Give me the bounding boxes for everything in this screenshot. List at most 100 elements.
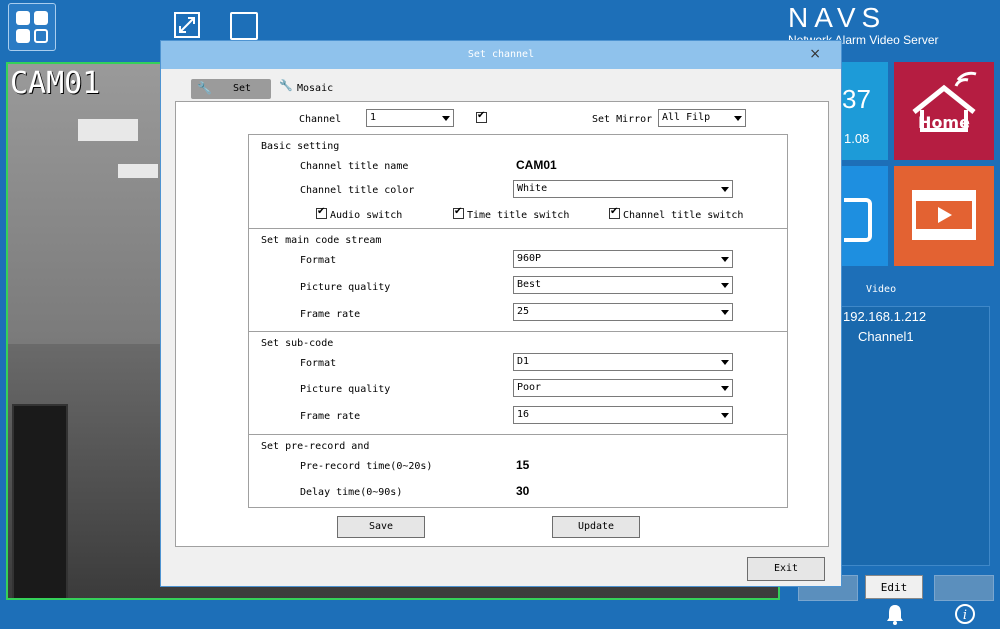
channel-title-switch-label: Channel title switch bbox=[623, 210, 744, 221]
basic-setting-heading: Basic setting bbox=[261, 141, 340, 152]
home-tile[interactable]: Home bbox=[894, 62, 994, 160]
delay-time-input[interactable]: 30 bbox=[513, 481, 733, 501]
sub-quality-label: Picture quality bbox=[300, 384, 391, 395]
chevron-down-icon bbox=[721, 257, 729, 262]
grid-icon-cell bbox=[16, 29, 30, 43]
chevron-down-icon bbox=[721, 187, 729, 192]
channel-enable-checkbox[interactable] bbox=[476, 110, 487, 123]
chevron-down-icon bbox=[721, 386, 729, 391]
tab-set[interactable]: 🔧 Set bbox=[191, 79, 271, 99]
main-stream-heading: Set main code stream bbox=[261, 235, 382, 246]
title-color-select[interactable]: White bbox=[513, 180, 733, 198]
wrench-icon: 🔧 bbox=[197, 81, 212, 95]
main-quality-label: Picture quality bbox=[300, 282, 391, 293]
delay-time-value: 30 bbox=[516, 484, 530, 498]
channel-title-switch-checkbox[interactable] bbox=[609, 206, 620, 219]
main-quality-value: Best bbox=[517, 279, 542, 290]
channel-select[interactable]: 1 bbox=[366, 109, 454, 127]
close-button[interactable]: × bbox=[809, 46, 821, 62]
main-frame-value: 25 bbox=[517, 306, 530, 317]
time-title-switch-checkbox[interactable] bbox=[453, 206, 464, 219]
svg-text:i: i bbox=[963, 608, 967, 623]
sub-format-value: D1 bbox=[517, 356, 530, 367]
main-format-value: 960P bbox=[517, 253, 542, 264]
tab-mosaic-label: Mosaic bbox=[297, 83, 334, 94]
tab-set-label: Set bbox=[233, 83, 252, 94]
sub-format-select[interactable]: D1 bbox=[513, 353, 733, 371]
camera-image-light bbox=[78, 119, 138, 141]
chevron-down-icon bbox=[721, 310, 729, 315]
alarm-bell-icon[interactable] bbox=[884, 603, 906, 629]
time-title-switch-label: Time title switch bbox=[467, 210, 570, 221]
audio-switch-label: Audio switch bbox=[330, 210, 403, 221]
mirror-select-value: All Filp bbox=[662, 112, 711, 123]
monitor-icon bbox=[844, 198, 872, 242]
prerecord-time-label: Pre-record time(0~20s) bbox=[300, 461, 433, 472]
device-tree[interactable] bbox=[838, 306, 990, 566]
title-color-value: White bbox=[517, 183, 548, 194]
save-button[interactable]: Save bbox=[337, 516, 425, 538]
sub-stream-group: Set sub-code Format D1 Picture quality P… bbox=[248, 331, 788, 435]
dialog-title: Set channel bbox=[467, 49, 535, 60]
disabled-button-right bbox=[934, 575, 994, 601]
video-icon bbox=[912, 190, 976, 240]
main-format-label: Format bbox=[300, 255, 337, 266]
title-name-input[interactable]: CAM01 bbox=[513, 155, 733, 175]
grid-icon-cell bbox=[34, 11, 48, 25]
date-text: 1.08 bbox=[844, 131, 870, 146]
exit-button[interactable]: Exit bbox=[747, 557, 825, 581]
grid-icon bbox=[16, 11, 30, 25]
single-view-icon[interactable] bbox=[230, 12, 258, 40]
main-quality-select[interactable]: Best bbox=[513, 276, 733, 294]
delay-time-label: Delay time(0~90s) bbox=[300, 487, 403, 498]
main-frame-label: Frame rate bbox=[300, 309, 361, 320]
home-icon: Home bbox=[912, 71, 977, 132]
update-button[interactable]: Update bbox=[552, 516, 640, 538]
wrench-icon: 🔧 bbox=[279, 79, 293, 92]
chevron-down-icon bbox=[734, 116, 742, 121]
set-channel-dialog: Set channel × 🔧 Set 🔧 Mosaic Channel 1 S… bbox=[160, 40, 842, 587]
chevron-down-icon bbox=[721, 360, 729, 365]
prerecord-group: Set pre-record and Pre-record time(0~20s… bbox=[248, 434, 788, 508]
channel-tree-item[interactable]: Channel1 bbox=[858, 329, 914, 344]
mirror-label: Set Mirror bbox=[592, 114, 653, 125]
sub-stream-heading: Set sub-code bbox=[261, 338, 334, 349]
camera-title-overlay: CAM01 bbox=[10, 66, 101, 101]
prerecord-heading: Set pre-record and bbox=[261, 441, 370, 452]
mirror-select[interactable]: All Filp bbox=[658, 109, 746, 127]
main-frame-select[interactable]: 25 bbox=[513, 303, 733, 321]
settings-panel: Channel 1 Set Mirror All Filp Basic sett… bbox=[175, 101, 829, 547]
camera-image-monitor bbox=[12, 404, 68, 598]
monitor-tile[interactable] bbox=[838, 166, 888, 266]
sub-quality-select[interactable]: Poor bbox=[513, 379, 733, 397]
title-color-label: Channel title color bbox=[300, 185, 415, 196]
sub-quality-value: Poor bbox=[517, 382, 542, 393]
chevron-down-icon bbox=[721, 283, 729, 288]
sub-frame-select[interactable]: 16 bbox=[513, 406, 733, 424]
info-icon[interactable]: i bbox=[954, 603, 976, 629]
main-format-select[interactable]: 960P bbox=[513, 250, 733, 268]
basic-setting-group: Basic setting Channel title name CAM01 C… bbox=[248, 134, 788, 229]
title-name-value: CAM01 bbox=[516, 158, 557, 172]
prerecord-time-input[interactable]: 15 bbox=[513, 455, 733, 475]
sub-frame-label: Frame rate bbox=[300, 411, 361, 422]
camera-image-light bbox=[118, 164, 158, 178]
device-ip-item[interactable]: 192.168.1.212 bbox=[843, 309, 926, 324]
channel-select-value: 1 bbox=[370, 112, 377, 123]
sub-format-label: Format bbox=[300, 358, 337, 369]
video-section-label: Video bbox=[866, 284, 897, 295]
audio-switch-checkbox[interactable] bbox=[316, 206, 327, 219]
edit-button[interactable]: Edit bbox=[865, 575, 923, 599]
tab-mosaic[interactable]: 🔧 Mosaic bbox=[279, 79, 339, 99]
main-stream-group: Set main code stream Format 960P Picture… bbox=[248, 228, 788, 332]
video-tile[interactable] bbox=[894, 166, 994, 266]
channel-label: Channel bbox=[299, 114, 342, 125]
grid-icon-cell bbox=[34, 29, 48, 43]
layout-menu-button[interactable] bbox=[8, 3, 56, 51]
sub-frame-value: 16 bbox=[517, 409, 530, 420]
fullscreen-icon[interactable] bbox=[174, 12, 200, 38]
dialog-titlebar[interactable]: Set channel bbox=[161, 41, 841, 69]
app-brand: NAVS bbox=[788, 2, 887, 33]
svg-text:Home: Home bbox=[918, 113, 970, 132]
chevron-down-icon bbox=[442, 116, 450, 121]
